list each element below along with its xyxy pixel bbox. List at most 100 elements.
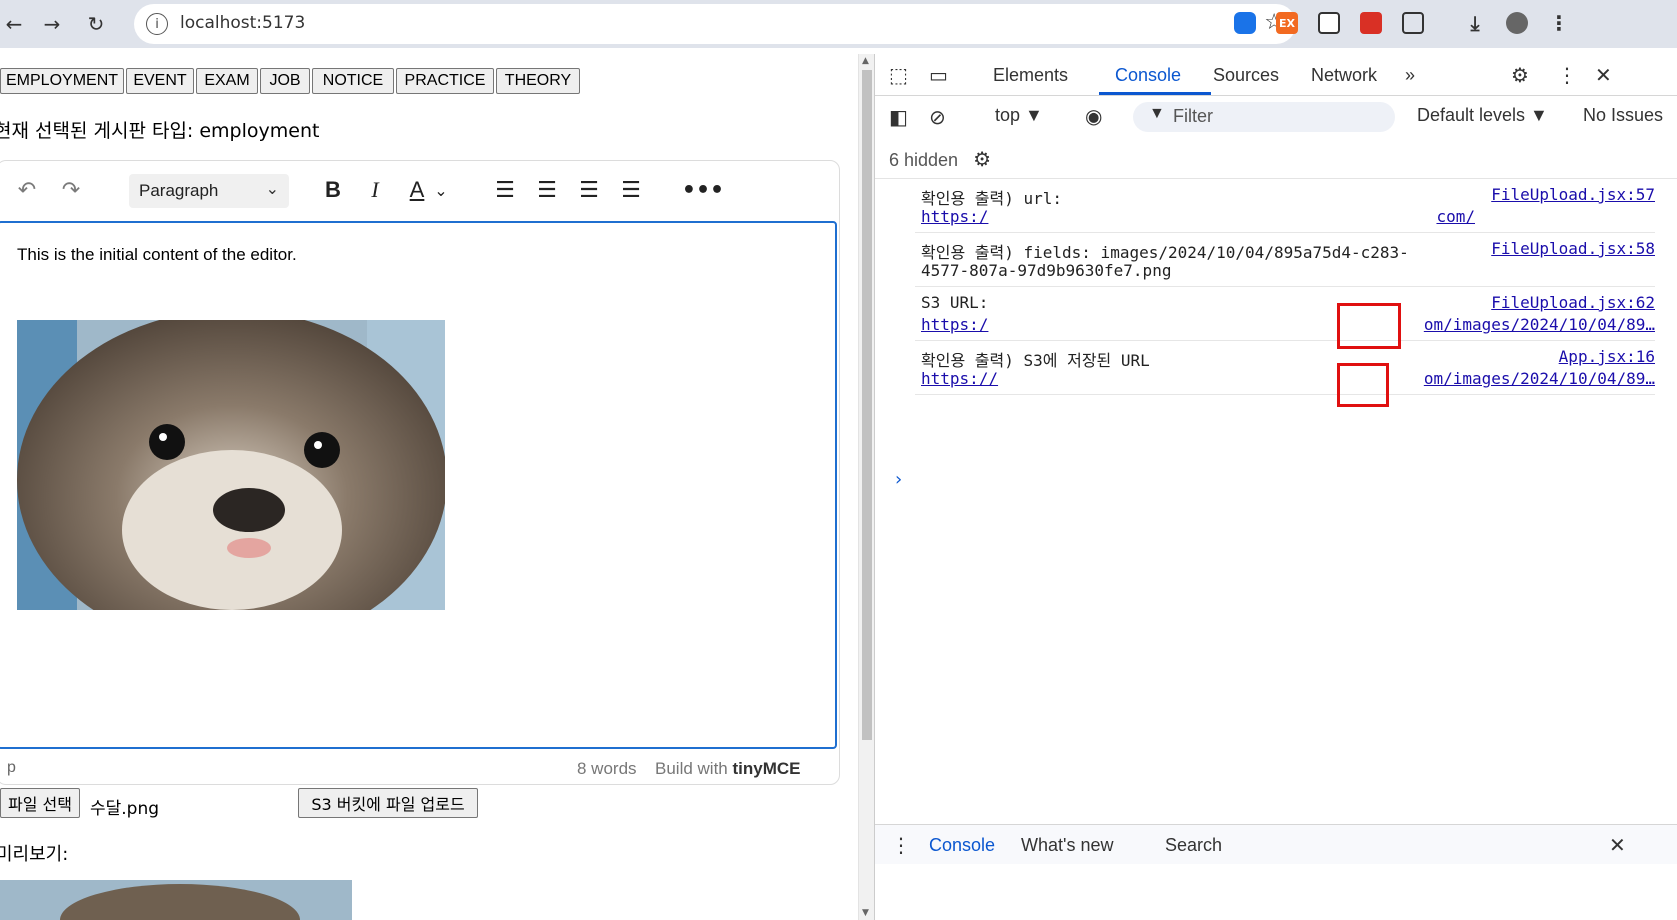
live-expression-eye-icon[interactable]: ◉	[1085, 104, 1102, 128]
tinymce-branding[interactable]: Build with tinyMCE	[655, 759, 801, 779]
italic-icon[interactable]: I	[359, 175, 391, 205]
extension-ex-icon[interactable]: EX	[1276, 12, 1298, 34]
board-type-notice-button[interactable]: NOTICE	[312, 68, 394, 94]
undo-icon[interactable]: ↶	[11, 175, 43, 205]
context-selector[interactable]: top ▼	[995, 105, 1043, 126]
align-left-icon[interactable]: ☰	[489, 175, 521, 205]
tab-network[interactable]: Network	[1311, 65, 1377, 86]
log-url-link[interactable]: https:/	[921, 315, 988, 334]
editor-toolbar: ↶ ↷ Paragraph ⌄ B I A ⌄ ☰ ☰ ☰ ☰ •••	[0, 161, 839, 219]
selected-file-name: 수달.png	[90, 799, 160, 819]
otter-image[interactable]	[17, 320, 445, 610]
text-color-chevron-icon[interactable]: ⌄	[431, 175, 451, 205]
tab-sources[interactable]: Sources	[1213, 65, 1279, 86]
log-url-tail[interactable]: om/images/2024/10/04/89…	[1424, 315, 1655, 334]
extension-red-icon[interactable]	[1360, 12, 1382, 34]
back-icon[interactable]: ←	[0, 10, 28, 38]
filter-icon: ▼	[1149, 105, 1165, 122]
console-log-area: 확인용 출력) url: https:/ com/ FileUpload.jsx…	[875, 178, 1677, 818]
drawer-tab-whats-new[interactable]: What's new	[1021, 835, 1113, 856]
menu-kebab-icon[interactable]: ⋮	[1548, 11, 1570, 35]
log-source-link[interactable]: App.jsx:16	[1559, 347, 1655, 366]
text-color-icon[interactable]: A	[401, 175, 433, 205]
extensions-puzzle-icon[interactable]	[1402, 12, 1424, 34]
scrollbar-thumb[interactable]	[862, 70, 872, 740]
log-levels-dropdown[interactable]: Default levels ▼	[1417, 105, 1548, 126]
devtools-panel: ⬚ ▭ Elements Console Sources Network » ⚙…	[874, 54, 1677, 920]
align-center-icon[interactable]: ☰	[531, 175, 563, 205]
align-right-icon[interactable]: ☰	[573, 175, 605, 205]
editor-content-area[interactable]: This is the initial content of the edito…	[0, 221, 837, 749]
editor-paragraph[interactable]: This is the initial content of the edito…	[17, 245, 297, 265]
close-drawer-icon[interactable]: ✕	[1609, 833, 1626, 857]
browser-toolbar: ← → ↻ i localhost:5173 ☆ EX ⤓ ⋮	[0, 0, 1677, 48]
board-type-exam-button[interactable]: EXAM	[196, 68, 258, 94]
console-settings-gear-icon[interactable]: ⚙	[973, 149, 991, 171]
inspect-element-icon[interactable]: ⬚	[889, 63, 908, 87]
board-type-theory-button[interactable]: THEORY	[496, 68, 580, 94]
reload-icon[interactable]: ↻	[82, 10, 110, 38]
drawer-tab-console[interactable]: Console	[929, 835, 995, 856]
console-prompt[interactable]: ›	[895, 469, 902, 490]
board-type-practice-button[interactable]: PRACTICE	[396, 68, 494, 94]
log-url-link[interactable]: https://	[921, 369, 998, 388]
forward-icon[interactable]: →	[38, 10, 66, 38]
chevron-down-icon: ⌄	[265, 181, 279, 198]
drawer-menu-icon[interactable]: ⋮	[891, 833, 911, 857]
board-type-job-button[interactable]: JOB	[260, 68, 310, 94]
sidebar-toggle-icon[interactable]: ◧	[889, 105, 908, 129]
board-type-event-button[interactable]: EVENT	[126, 68, 194, 94]
devtools-menu-icon[interactable]: ⋮	[1557, 63, 1577, 87]
clear-console-icon[interactable]: ⊘	[929, 105, 946, 129]
preview-image	[0, 880, 352, 920]
address-bar[interactable]: i localhost:5173 ☆	[134, 4, 1296, 44]
devtools-tabbar: ⬚ ▭ Elements Console Sources Network » ⚙…	[875, 54, 1677, 96]
page-vertical-scrollbar[interactable]: ▲ ▼	[858, 54, 874, 920]
log-url-tail[interactable]: om/images/2024/10/04/89…	[1424, 369, 1655, 388]
s3-upload-button[interactable]: S3 버킷에 파일 업로드	[298, 788, 478, 818]
device-toggle-icon[interactable]: ▭	[929, 63, 948, 87]
profile-avatar-icon[interactable]	[1506, 12, 1528, 34]
console-message: 확인용 출력) url: https:/ com/ FileUpload.jsx…	[915, 179, 1655, 233]
log-source-link[interactable]: FileUpload.jsx:57	[1491, 185, 1655, 204]
log-source-link[interactable]: FileUpload.jsx:62	[1491, 293, 1655, 312]
annotation-highlight-box	[1337, 303, 1401, 349]
more-tabs-icon[interactable]: »	[1405, 65, 1415, 86]
word-count[interactable]: 8 words	[577, 759, 637, 779]
issues-counter[interactable]: No Issues	[1583, 105, 1663, 126]
tab-elements[interactable]: Elements	[993, 65, 1068, 86]
annotation-highlight-box	[1337, 363, 1389, 407]
justify-icon[interactable]: ☰	[615, 175, 647, 205]
log-text-continued: 4577-807a-97d9b9630fe7.png	[921, 261, 1172, 280]
scroll-up-icon[interactable]: ▲	[862, 56, 869, 66]
log-url-link[interactable]: https:/	[921, 207, 988, 226]
bitwarden-icon[interactable]	[1234, 12, 1256, 34]
close-devtools-icon[interactable]: ✕	[1595, 63, 1612, 87]
log-source-link[interactable]: FileUpload.jsx:58	[1491, 239, 1655, 258]
url-text[interactable]: localhost:5173	[180, 13, 305, 33]
log-text: 확인용 출력) url:	[921, 189, 1063, 208]
current-board-type-text: 현재 선택된 게시판 타입: employment	[0, 120, 320, 142]
tab-console[interactable]: Console	[1115, 65, 1181, 86]
settings-gear-icon[interactable]: ⚙	[1511, 63, 1529, 87]
scroll-down-icon[interactable]: ▼	[862, 908, 869, 918]
bold-icon[interactable]: B	[317, 175, 349, 205]
extension-tile-icon[interactable]	[1318, 12, 1340, 34]
console-message: 확인용 출력) S3에 저장된 URL https:// om/images/2…	[915, 341, 1655, 395]
board-type-employment-button[interactable]: EMPLOYMENT	[0, 68, 124, 94]
console-message: S3 URL: https:/ om/images/2024/10/04/89……	[915, 287, 1655, 341]
console-toolbar: ◧ ⊘ top ▼ ◉ ▼ Filter Default levels ▼ No…	[875, 96, 1677, 138]
rich-text-editor: ↶ ↷ Paragraph ⌄ B I A ⌄ ☰ ☰ ☰ ☰ ••• This…	[0, 160, 840, 785]
brand-prefix: Build with	[655, 759, 728, 778]
more-icon[interactable]: •••	[682, 175, 724, 205]
redo-icon[interactable]: ↷	[55, 175, 87, 205]
preview-label: 미리보기:	[0, 844, 69, 865]
drawer-tab-search[interactable]: Search	[1165, 835, 1222, 856]
file-select-button[interactable]: 파일 선택	[0, 788, 80, 818]
log-url-tail[interactable]: com/	[1436, 207, 1475, 226]
site-info-icon[interactable]: i	[146, 13, 168, 35]
block-format-select[interactable]: Paragraph ⌄	[129, 174, 289, 208]
filter-input[interactable]: ▼ Filter	[1133, 102, 1395, 132]
element-path[interactable]: p	[7, 759, 16, 777]
download-icon[interactable]: ⤓	[1464, 11, 1486, 35]
